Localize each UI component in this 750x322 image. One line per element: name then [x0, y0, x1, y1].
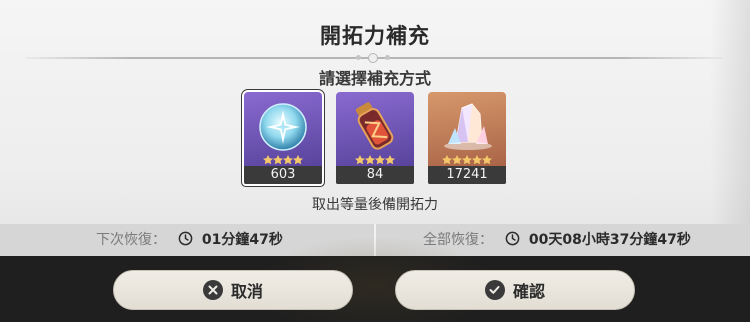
clock-icon	[179, 231, 193, 246]
dialog-footer: 取消 確認	[0, 236, 750, 322]
hint-text: 取出等量後備開拓力	[312, 197, 438, 213]
dialog-title: 開拓力補充	[320, 24, 430, 48]
close-icon	[202, 280, 223, 300]
confirm-label: 確認	[512, 282, 545, 301]
divider-ornament	[368, 53, 378, 63]
item-count: 17241	[428, 166, 506, 184]
replenish-dialog: 開拓力補充 請選擇補充方式 603 84 17241 取出等量後備開拓力 下次恢…	[0, 0, 750, 256]
option-fuel-orb[interactable]: 603	[242, 90, 324, 186]
crystal-icon	[428, 92, 506, 166]
title-divider	[26, 53, 722, 63]
replenish-options: 603 84 17241	[242, 90, 506, 186]
cancel-button[interactable]: 取消	[113, 270, 353, 310]
option-crystal[interactable]: 17241	[428, 92, 506, 184]
full-recovery-time: 00天08小時37分鐘47秒	[528, 232, 691, 248]
rarity-stars	[263, 155, 303, 165]
check-icon	[484, 280, 505, 300]
dialog-subtitle: 請選擇補充方式	[318, 69, 431, 88]
fuel-orb-icon	[244, 92, 322, 166]
confirm-button[interactable]: 確認	[395, 270, 635, 310]
item-count: 603	[244, 166, 322, 184]
clock-icon	[506, 231, 520, 246]
item-count: 84	[336, 166, 414, 184]
divider-dot	[385, 55, 390, 60]
divider-dot	[356, 55, 361, 60]
next-recovery-label: 下次恢復：	[96, 232, 166, 248]
option-fuel-vial[interactable]: 84	[336, 92, 414, 184]
fuel-vial-icon	[336, 92, 414, 166]
cancel-label: 取消	[230, 282, 263, 301]
